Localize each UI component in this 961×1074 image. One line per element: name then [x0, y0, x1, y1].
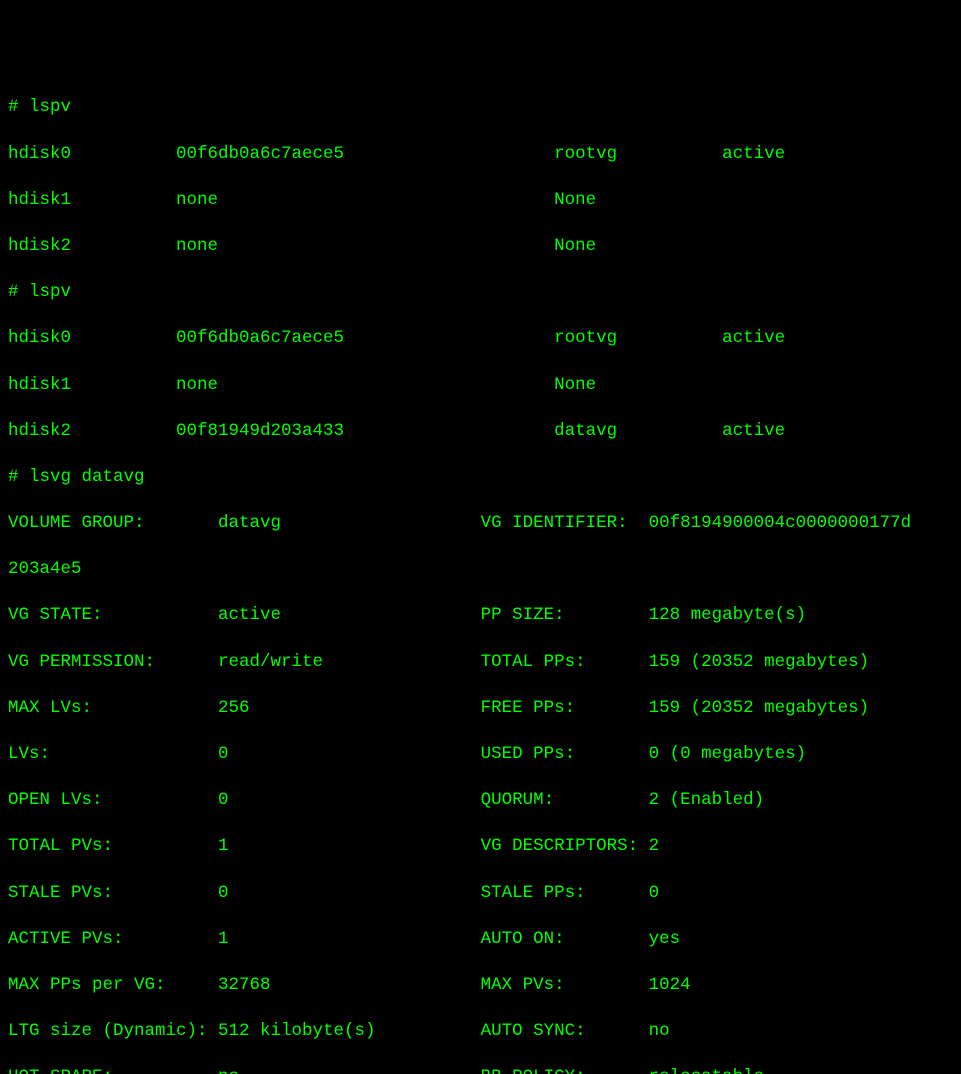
terminal-line-output: hdisk0 00f6db0a6c7aece5 rootvg active: [8, 143, 953, 166]
terminal-line-output: hdisk1 none None: [8, 374, 953, 397]
terminal-line-output: LTG size (Dynamic): 512 kilobyte(s) AUTO…: [8, 1020, 953, 1043]
terminal-line-output: LVs: 0 USED PPs: 0 (0 megabytes): [8, 743, 953, 766]
terminal-line-output: TOTAL PVs: 1 VG DESCRIPTORS: 2: [8, 835, 953, 858]
terminal-line-output: MAX PPs per VG: 32768 MAX PVs: 1024: [8, 974, 953, 997]
terminal-line-output: OPEN LVs: 0 QUORUM: 2 (Enabled): [8, 789, 953, 812]
terminal-line-output: 203a4e5: [8, 558, 953, 581]
terminal-line-output: hdisk2 00f81949d203a433 datavg active: [8, 420, 953, 443]
terminal-line-output: HOT SPARE: no BB POLICY: relocatable: [8, 1066, 953, 1074]
terminal-line-output: hdisk1 none None: [8, 189, 953, 212]
terminal-line-output: hdisk0 00f6db0a6c7aece5 rootvg active: [8, 327, 953, 350]
terminal-line-output: VOLUME GROUP: datavg VG IDENTIFIER: 00f8…: [8, 512, 953, 535]
terminal-line-prompt: # lsvg datavg: [8, 466, 953, 489]
terminal-line-prompt: # lspv: [8, 96, 953, 119]
terminal-line-output: ACTIVE PVs: 1 AUTO ON: yes: [8, 928, 953, 951]
terminal-line-output: MAX LVs: 256 FREE PPs: 159 (20352 megaby…: [8, 697, 953, 720]
terminal-line-output: hdisk2 none None: [8, 235, 953, 258]
terminal-line-output: VG STATE: active PP SIZE: 128 megabyte(s…: [8, 604, 953, 627]
terminal-line-prompt: # lspv: [8, 281, 953, 304]
terminal-line-output: STALE PVs: 0 STALE PPs: 0: [8, 882, 953, 905]
terminal-line-output: VG PERMISSION: read/write TOTAL PPs: 159…: [8, 651, 953, 674]
